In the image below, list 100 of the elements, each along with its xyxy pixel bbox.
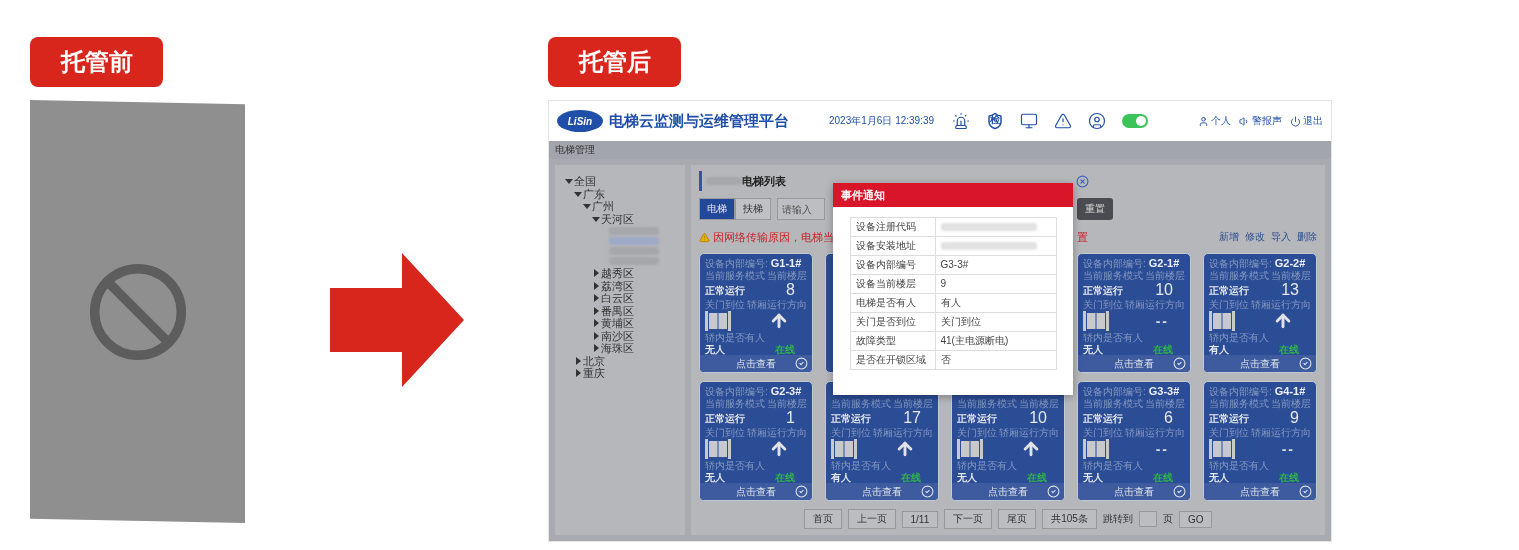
occupancy-value: 有人 [1209, 344, 1229, 355]
door-label: 关门到位 [1083, 427, 1123, 438]
caret-right-icon[interactable] [592, 294, 600, 303]
caret-down-icon[interactable] [583, 202, 591, 211]
caret-right-icon[interactable] [592, 344, 600, 353]
card-footer[interactable]: 点击查看 [1204, 483, 1316, 500]
shield-icon[interactable] [986, 112, 1004, 130]
alarm-toggle[interactable] [1122, 114, 1148, 128]
close-icon[interactable] [1076, 175, 1089, 188]
datetime: 2023年1月6日 12:39:39 [829, 114, 935, 128]
caret-down-icon[interactable] [565, 177, 573, 186]
tree-item[interactable]: 重庆 [583, 367, 605, 380]
user-circle-icon[interactable] [1088, 112, 1106, 130]
warning-icon[interactable] [1054, 112, 1072, 130]
first-page-button[interactable]: 首页 [803, 509, 842, 529]
mode-value: 正常运行 [1083, 412, 1123, 424]
check-circle-icon[interactable] [1173, 485, 1186, 498]
caret-right-icon[interactable] [592, 319, 600, 328]
monitor-icon[interactable] [1020, 112, 1038, 130]
device-code: G3-3# [1148, 385, 1180, 397]
action-link[interactable]: 修改 [1245, 230, 1265, 244]
prev-page-button[interactable]: 上一页 [847, 509, 896, 529]
field-value: 41(主电源断电) [935, 331, 1056, 351]
mode-value: 正常运行 [957, 412, 997, 424]
door-icon [705, 439, 731, 459]
tree-item[interactable]: 海珠区 [601, 342, 634, 355]
warning-icon [699, 231, 710, 243]
view-link[interactable]: 点击查看 [736, 484, 776, 499]
check-circle-icon[interactable] [1299, 485, 1312, 498]
view-link[interactable]: 点击查看 [1114, 484, 1154, 499]
tree-item[interactable]: 广州 [592, 200, 614, 213]
caret-down-icon[interactable] [574, 189, 582, 198]
check-circle-icon[interactable] [795, 357, 808, 370]
card-footer[interactable]: 点击查看 [700, 483, 812, 500]
header-link[interactable]: 退出 [1290, 114, 1323, 128]
page-input[interactable] [1138, 511, 1157, 527]
caret-right-icon[interactable] [592, 269, 600, 278]
check-circle-icon[interactable] [1173, 357, 1186, 370]
tree-item[interactable]: 番禺区 [601, 304, 634, 317]
next-page-button[interactable]: 下一页 [944, 509, 993, 529]
direction-value: -- [1155, 313, 1169, 329]
floor-label: 当前楼层 [893, 398, 933, 409]
search-field[interactable]: 请输入 [777, 198, 825, 220]
caret-right-icon[interactable] [574, 356, 582, 365]
tree-item[interactable]: 白云区 [601, 292, 634, 305]
view-link[interactable]: 点击查看 [736, 356, 776, 371]
action-link[interactable]: 新增 [1219, 230, 1239, 244]
card-footer[interactable]: 点击查看 [1204, 355, 1316, 372]
door-icon [957, 439, 983, 459]
type-tab[interactable]: 电梯 [699, 198, 735, 220]
tree-item[interactable]: 越秀区 [601, 267, 634, 280]
user-icon[interactable] [1198, 115, 1209, 127]
caret-down-icon[interactable] [592, 214, 600, 223]
floor-label: 当前楼层 [767, 270, 807, 281]
floor-label: 当前楼层 [1145, 398, 1185, 409]
check-circle-icon[interactable] [921, 485, 934, 498]
header-link[interactable]: 警报声 [1239, 114, 1282, 128]
header-link[interactable]: 个人 [1198, 114, 1231, 128]
view-link[interactable]: 点击查看 [1240, 484, 1280, 499]
floor-number: 9 [1290, 410, 1299, 426]
caret-right-icon[interactable] [574, 369, 582, 378]
view-link[interactable]: 点击查看 [1240, 356, 1280, 371]
tree-item[interactable]: 全国 [574, 175, 596, 188]
card-footer[interactable]: 点击查看 [700, 355, 812, 372]
last-page-button[interactable]: 尾页 [998, 509, 1037, 529]
warning-text: 置 [1077, 229, 1088, 245]
speaker-icon[interactable] [1239, 115, 1250, 127]
mode-label: 当前服务模式 [957, 398, 1017, 409]
check-circle-icon[interactable] [795, 485, 808, 498]
view-link[interactable]: 点击查看 [988, 484, 1028, 499]
caret-right-icon[interactable] [592, 331, 600, 340]
card-footer[interactable]: 点击查看 [952, 483, 1064, 500]
go-button[interactable]: GO [1178, 510, 1213, 528]
caret-right-icon[interactable] [592, 306, 600, 315]
type-tab[interactable]: 扶梯 [735, 198, 771, 220]
caret-right-icon[interactable] [592, 281, 600, 290]
code-label: 设备内部编号: [1209, 257, 1272, 269]
reset-button[interactable]: 重置 [1077, 198, 1113, 220]
occupancy-label: 轿内是否有人 [957, 460, 1017, 471]
action-link[interactable]: 导入 [1271, 230, 1291, 244]
view-link[interactable]: 点击查看 [1114, 356, 1154, 371]
tree-item[interactable]: 南沙区 [601, 329, 634, 342]
check-circle-icon[interactable] [1047, 485, 1060, 498]
status-text: 在线 [775, 344, 795, 355]
alarm-light-icon[interactable] [952, 112, 970, 130]
direction-label: 轿厢运行方向 [1125, 427, 1185, 438]
tree-item[interactable]: 广东 [583, 187, 605, 200]
check-circle-icon[interactable] [1299, 357, 1312, 370]
tree-item[interactable]: 荔湾区 [601, 279, 634, 292]
power-icon[interactable] [1290, 115, 1301, 127]
tree-item[interactable]: 北京 [583, 354, 605, 367]
door-icon [1083, 311, 1109, 331]
card-footer[interactable]: 点击查看 [826, 483, 938, 500]
floor-label: 当前楼层 [1271, 270, 1311, 281]
card-footer[interactable]: 点击查看 [1078, 355, 1190, 372]
card-footer[interactable]: 点击查看 [1078, 483, 1190, 500]
view-link[interactable]: 点击查看 [862, 484, 902, 499]
tree-item[interactable]: 天河区 [601, 212, 634, 225]
action-link[interactable]: 删除 [1297, 230, 1317, 244]
tree-item[interactable]: 黄埔区 [601, 317, 634, 330]
